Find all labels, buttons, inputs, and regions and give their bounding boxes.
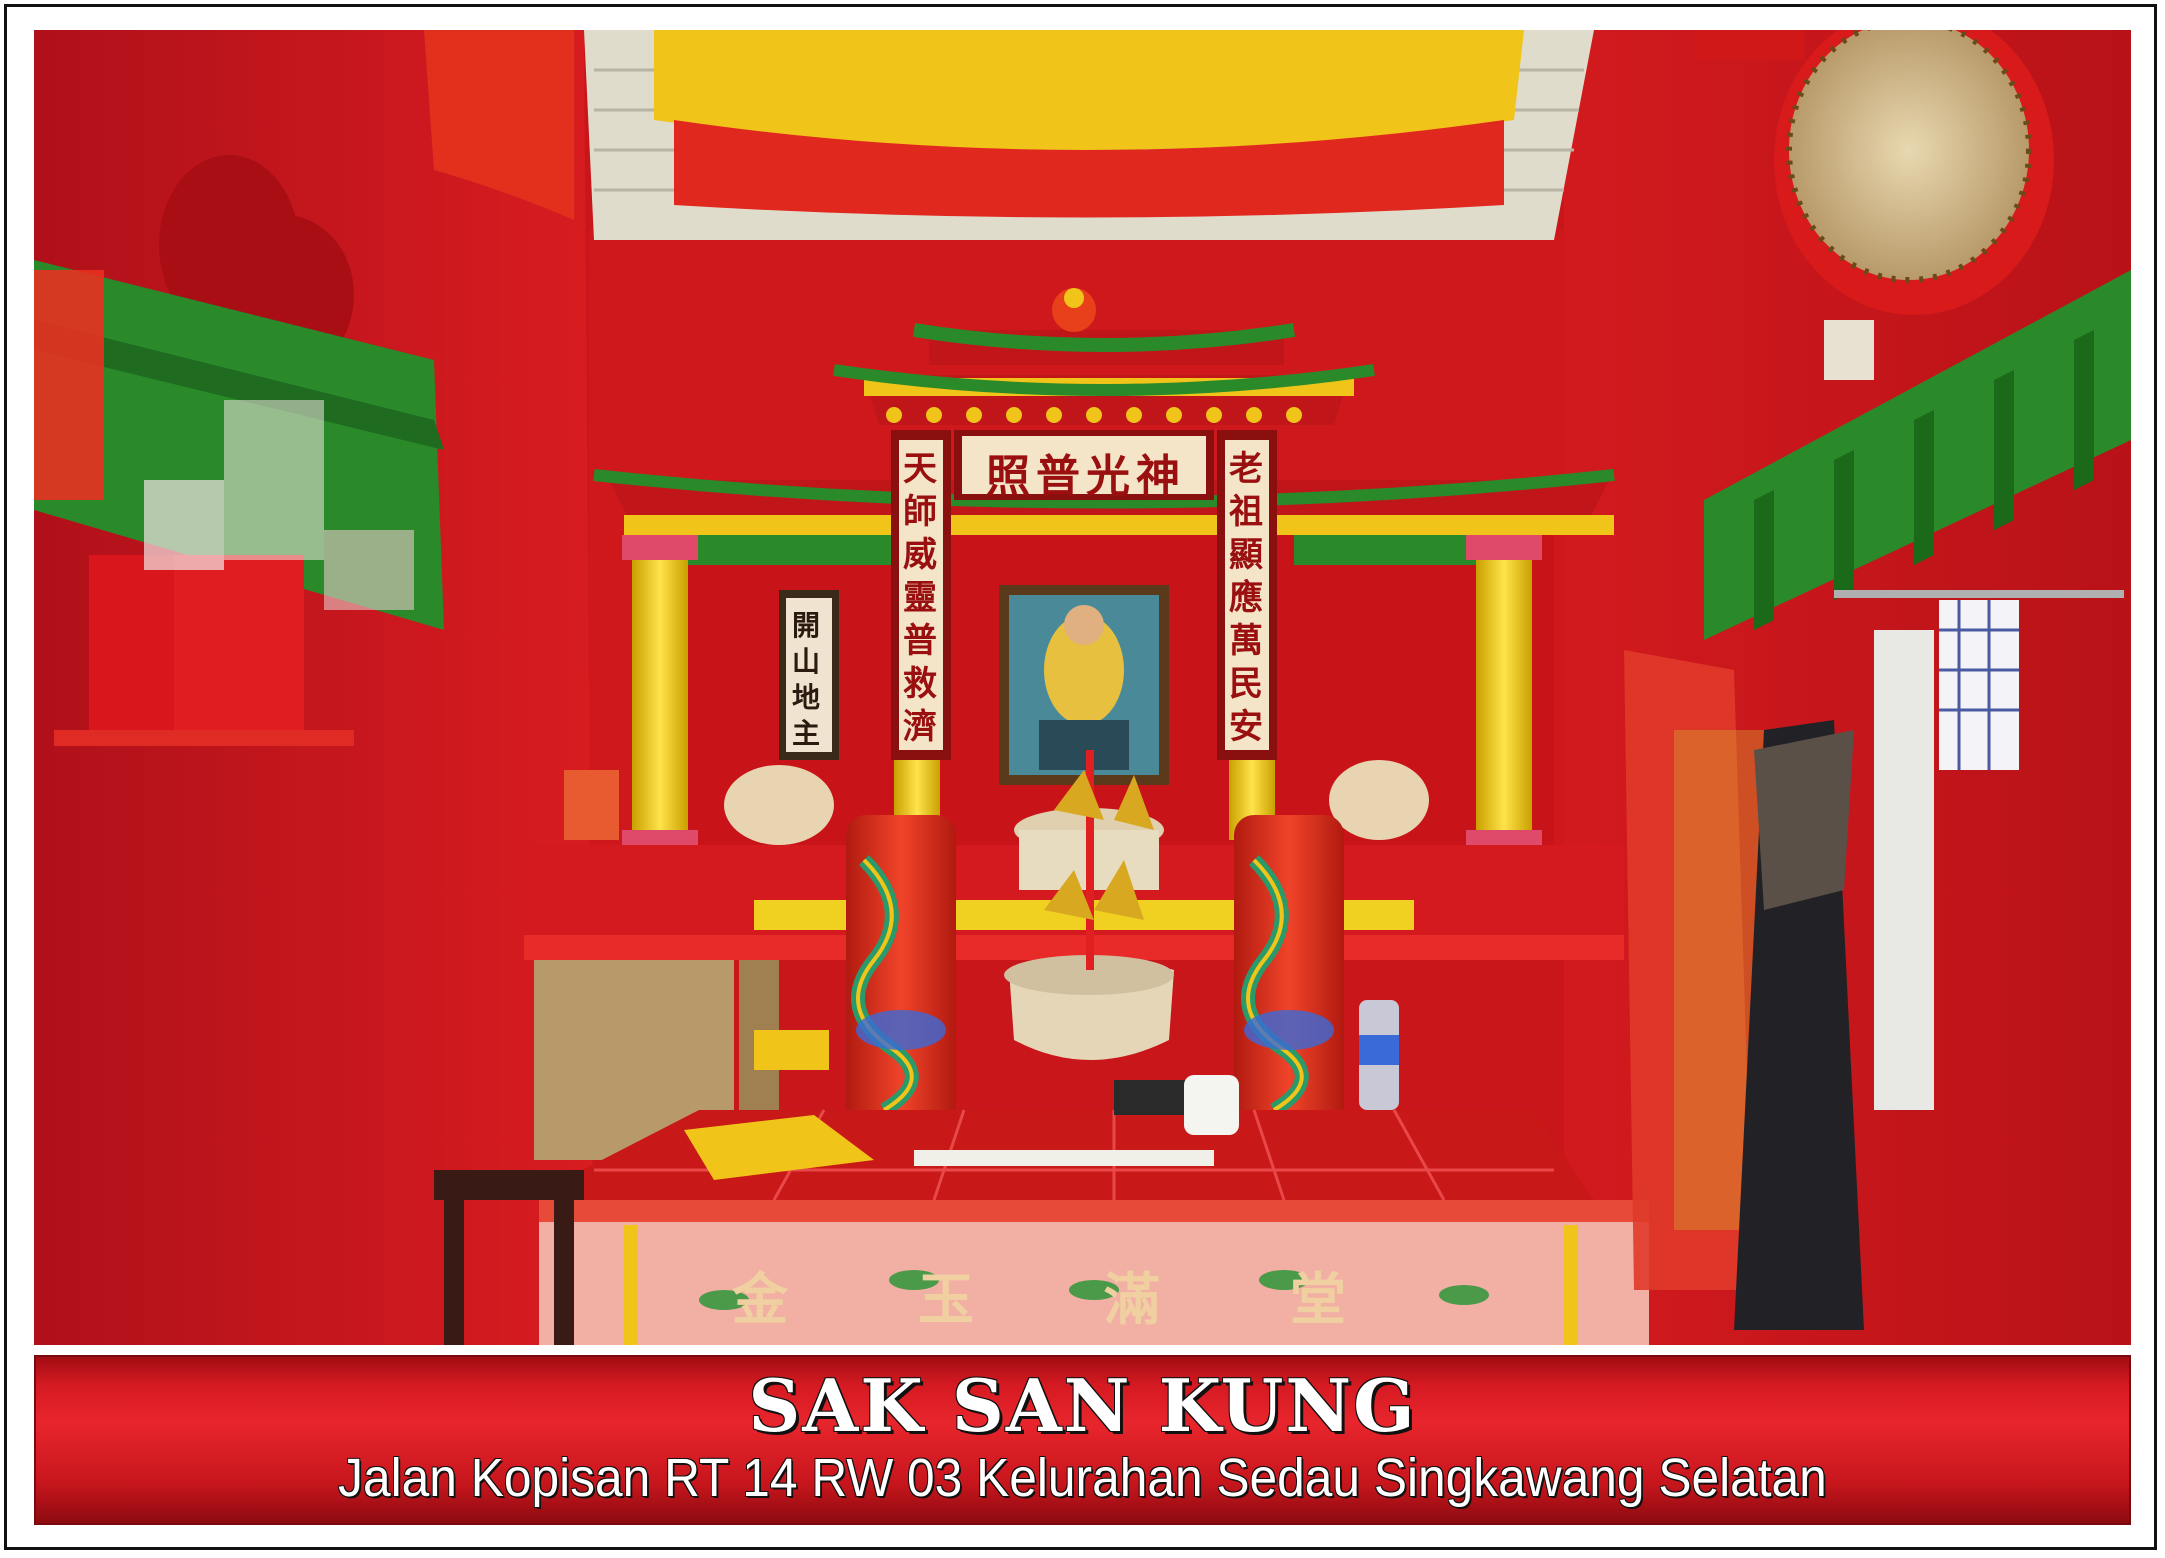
left-couplet-text: 天師威靈普救濟 — [903, 449, 937, 747]
right-couplet-text: 老祖顯應萬民安 — [1229, 449, 1263, 747]
temple-name: SAK SAN KUNG — [748, 1363, 1417, 1448]
altar-cloth-text: 金玉滿堂 — [732, 1267, 1476, 1333]
caption-banner: SAK SAN KUNG Jalan Kopisan RT 14 RW 03 K… — [34, 1355, 2131, 1525]
temple-address: Jalan Kopisan RT 14 RW 03 Kelurahan Seda… — [338, 1448, 1827, 1508]
temple-photo: 照普光神 天師威靈普救濟 老祖顯應萬民安 開山地主 金玉滿堂 — [34, 30, 2131, 1345]
top-plaque-text: 照普光神 — [986, 451, 1186, 502]
small-plaque-text: 開山地主 — [792, 609, 821, 750]
